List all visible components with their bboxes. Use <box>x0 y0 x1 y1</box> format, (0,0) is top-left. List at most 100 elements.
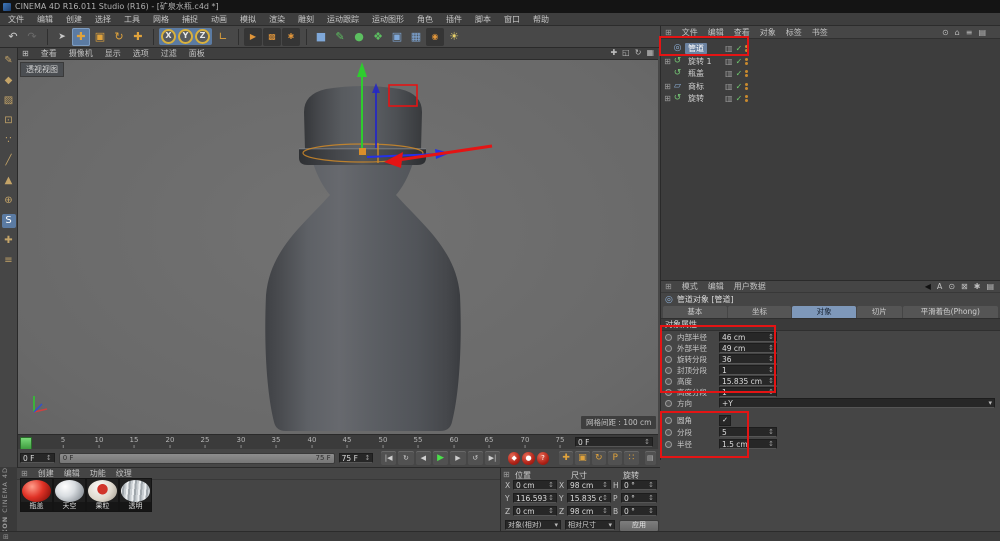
vp-menu-options[interactable]: 选项 <box>133 48 149 59</box>
keyframe-dot-icon[interactable] <box>665 441 672 448</box>
rotation-segments-field[interactable]: 36↕ <box>719 354 777 364</box>
keyframe-dot-icon[interactable] <box>665 400 672 407</box>
render-region-icon[interactable]: ▩ <box>263 28 281 46</box>
spline-pen-icon[interactable]: ✎ <box>331 28 349 46</box>
rot-h-field[interactable]: 0 °↕ <box>621 480 657 490</box>
keyframe-dot-icon[interactable] <box>665 356 672 363</box>
tab-basic[interactable]: 基本 <box>663 306 727 318</box>
key-scale-button[interactable]: ▣ <box>575 451 589 465</box>
menu-item-edit[interactable]: 编辑 <box>37 14 53 25</box>
key-rotation-button[interactable]: ↻ <box>592 451 606 465</box>
material-thumbnail[interactable]: 天空 <box>53 478 86 512</box>
viewport-label[interactable]: 透视视图 <box>20 62 64 77</box>
tree-toggle[interactable]: ⊞ <box>663 82 672 91</box>
layer-mode-icon[interactable]: ≡ <box>2 254 16 268</box>
inner-radius-field[interactable]: 46 cm↕ <box>719 332 777 342</box>
object-list[interactable]: ◎ 管道 ▥✓ ⊞ ↺ 旋转 1 ▥✓ ↺ 瓶盖 ▥✓ ⊞ ▱ 商标 ▥✓ ⊞ … <box>661 39 1000 281</box>
render-view-icon[interactable]: ▶ <box>244 28 262 46</box>
om-menu-file[interactable]: 文件 <box>682 27 698 38</box>
last-tool-icon[interactable]: ✚ <box>129 28 147 46</box>
live-selection-icon[interactable]: ➤ <box>53 28 71 46</box>
goto-end-button[interactable]: ▶| <box>485 451 500 465</box>
visibility-dots[interactable] <box>745 58 748 65</box>
key-position-button[interactable]: ✚ <box>559 451 573 465</box>
play-loop-button[interactable]: ↺ <box>468 451 483 465</box>
x-axis-lock-icon[interactable]: X <box>161 29 176 44</box>
tree-toggle[interactable]: ⊞ <box>663 94 672 103</box>
vp-menu-cameras[interactable]: 摄像机 <box>69 48 93 59</box>
menu-item-select[interactable]: 选择 <box>95 14 111 25</box>
timeline-panel-icon[interactable]: ▤ <box>645 451 656 465</box>
menu-item-create[interactable]: 创建 <box>66 14 82 25</box>
visibility-dots[interactable] <box>745 83 748 90</box>
size-mode-dropdown[interactable]: 相对尺寸▾ <box>565 520 615 530</box>
toggle-panel-icon[interactable]: ▦ <box>646 48 654 57</box>
keyframe-dot-icon[interactable] <box>665 389 672 396</box>
layout-icon[interactable]: ▤ <box>978 28 986 37</box>
om-menu-view[interactable]: 查看 <box>734 27 750 38</box>
visibility-dots[interactable] <box>745 70 748 77</box>
gizmo-y-arrowhead[interactable] <box>357 62 367 77</box>
enable-axis-icon[interactable]: ⊕ <box>2 194 16 208</box>
menu-item-plugins[interactable]: 插件 <box>446 14 462 25</box>
visibility-dots[interactable] <box>745 45 748 52</box>
panel-icon[interactable]: ⊞ <box>21 469 28 478</box>
object-row-lathe1[interactable]: ⊞ ↺ 旋转 1 ▥✓ <box>663 55 997 67</box>
vp-menu-filter[interactable]: 过滤 <box>161 48 177 59</box>
object-name[interactable]: 瓶盖 <box>685 68 707 79</box>
menu-item-tools[interactable]: 工具 <box>124 14 140 25</box>
coord-mode-dropdown[interactable]: 对象(相对)▾ <box>505 520 561 530</box>
enable-check-icon[interactable]: ✓ <box>736 57 743 66</box>
y-axis-lock-icon[interactable]: Y <box>178 29 193 44</box>
orientation-dropdown[interactable]: +Y▾ <box>719 398 995 408</box>
keyframe-dot-icon[interactable] <box>665 345 672 352</box>
primitive-cube-icon[interactable]: ■ <box>312 28 330 46</box>
key-parameter-button[interactable]: P <box>608 451 622 465</box>
panel-layout-icon[interactable]: ▤ <box>986 282 994 291</box>
points-mode-icon[interactable]: ∵ <box>2 134 16 148</box>
goto-start-button[interactable]: |◀ <box>381 451 396 465</box>
pan-view-icon[interactable]: ✚ <box>610 48 617 57</box>
gear-icon[interactable]: ✱ <box>974 282 981 291</box>
coord-system-icon[interactable]: ∟ <box>214 28 232 46</box>
material-thumbnail[interactable]: 瓶盖 <box>20 478 53 512</box>
enable-check-icon[interactable]: ✓ <box>736 82 743 91</box>
outer-radius-field[interactable]: 49 cm↕ <box>719 343 777 353</box>
render-settings-icon[interactable]: ✱ <box>282 28 300 46</box>
texture-mode-icon[interactable]: ▨ <box>2 94 16 108</box>
pos-z-field[interactable]: 0 cm↕ <box>513 506 557 516</box>
previous-frame-button[interactable]: ◀ <box>416 451 431 465</box>
layer-icon[interactable]: ▥ <box>725 94 733 103</box>
size-z-field[interactable]: 98 cm↕ <box>567 506 611 516</box>
keyframe-dot-icon[interactable] <box>665 417 672 424</box>
size-y-field[interactable]: 15.835 cm↕ <box>567 493 611 503</box>
am-menu-mode[interactable]: 模式 <box>682 281 698 292</box>
current-frame-field[interactable]: 0 F↕ <box>20 453 55 463</box>
menu-item-render[interactable]: 渲染 <box>269 14 285 25</box>
bottle-body[interactable] <box>265 163 460 431</box>
rotate-tool-icon[interactable]: ↻ <box>110 28 128 46</box>
key-pla-button[interactable]: ∷ <box>624 451 638 465</box>
object-name[interactable]: 管道 <box>685 43 707 54</box>
edges-mode-icon[interactable]: ╱ <box>2 154 16 168</box>
keyframe-selection-button[interactable]: ? <box>537 452 549 465</box>
size-x-field[interactable]: 98 cm↕ <box>567 480 611 490</box>
rot-b-field[interactable]: 0 °↕ <box>621 506 657 516</box>
move-tool-icon[interactable]: ✚ <box>72 28 90 46</box>
material-thumbnail[interactable]: 透明 <box>119 478 152 512</box>
height-segments-field[interactable]: 1↕ <box>719 387 777 397</box>
material-thumbnail[interactable]: 果粒 <box>86 478 119 512</box>
menu-item-window[interactable]: 窗口 <box>504 14 520 25</box>
menu-item-sculpt[interactable]: 雕刻 <box>298 14 314 25</box>
lock-workplane-icon[interactable]: ✚ <box>2 234 16 248</box>
light-icon[interactable]: ☀ <box>445 28 463 46</box>
om-menu-edit[interactable]: 编辑 <box>708 27 724 38</box>
menu-item-snap[interactable]: 捕捉 <box>182 14 198 25</box>
home-icon[interactable]: ⌂ <box>955 28 960 37</box>
zoom-view-icon[interactable]: ◱ <box>622 48 630 57</box>
keyframe-dot-icon[interactable] <box>665 429 672 436</box>
pos-x-field[interactable]: 0 cm↕ <box>513 480 557 490</box>
om-menu-tags[interactable]: 标签 <box>786 27 802 38</box>
scale-tool-icon[interactable]: ▣ <box>91 28 109 46</box>
tab-coord[interactable]: 坐标 <box>728 306 792 318</box>
